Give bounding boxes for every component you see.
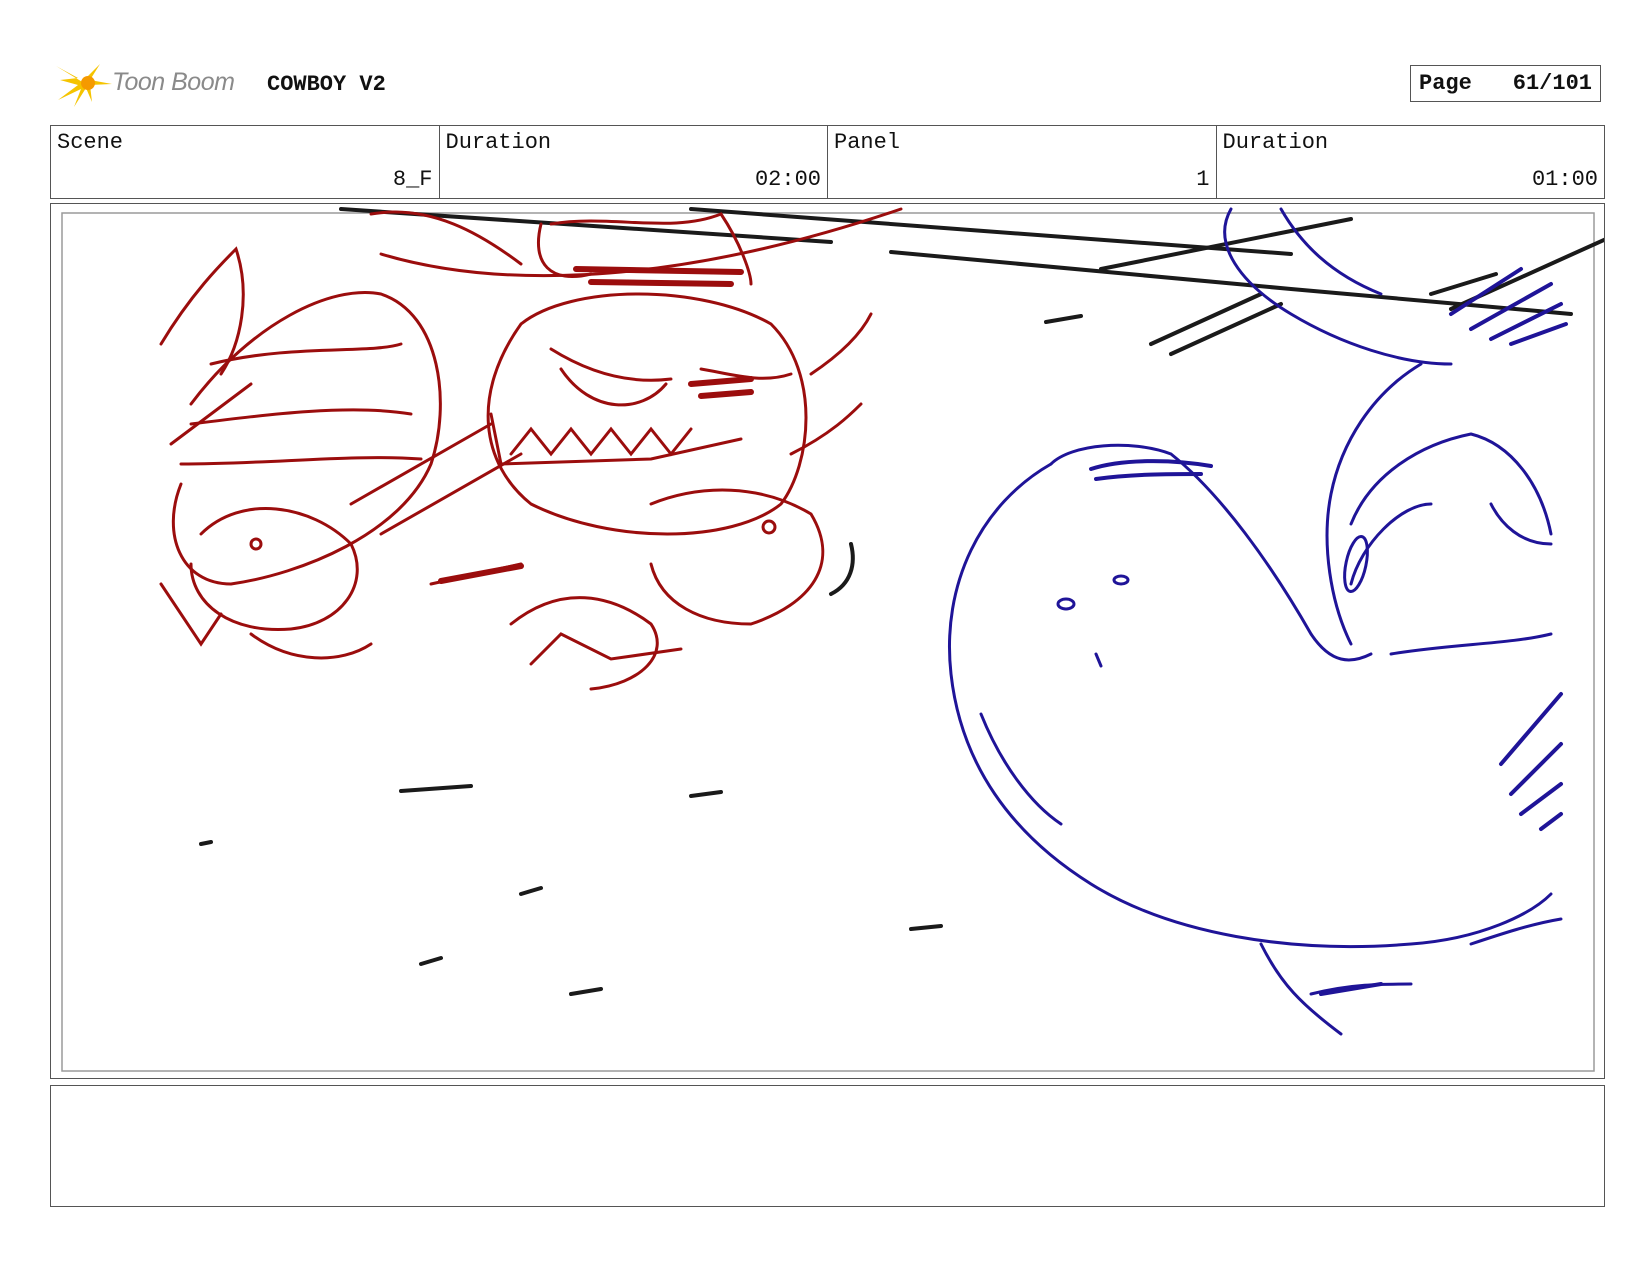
panel-duration-value: 01:00: [1531, 167, 1598, 192]
page-indicator: Page 61/101: [1410, 65, 1601, 102]
panel-duration-label: Duration: [1222, 130, 1329, 155]
scene-duration-label: Duration: [445, 130, 552, 155]
panel-cell: Panel 1: [828, 126, 1217, 198]
storyboard-panel: [50, 203, 1605, 1079]
starburst-icon: [56, 64, 112, 107]
panel-notes: [50, 1085, 1605, 1207]
scene-value: 8_F: [392, 167, 433, 192]
logo-text: Toon Boom: [112, 68, 235, 96]
scene-label: Scene: [57, 130, 124, 155]
page-number: 61/101: [1512, 71, 1592, 96]
background-sketch: [199, 207, 1604, 996]
panel-label: Panel: [834, 130, 901, 155]
shot-info-table: Scene 8_F Duration 02:00 Panel 1 Duratio…: [50, 125, 1605, 199]
villain-sketch: [159, 207, 903, 691]
toon-boom-logo: Toon Boom: [54, 58, 254, 108]
panel-value: 1: [1196, 167, 1210, 192]
project-title: COWBOY V2: [267, 72, 386, 97]
scene-cell: Scene 8_F: [51, 126, 440, 198]
scene-duration-cell: Duration 02:00: [440, 126, 828, 198]
panel-duration-cell: Duration 01:00: [1217, 126, 1605, 198]
safe-frame: [61, 212, 1595, 1072]
scene-duration-value: 02:00: [754, 167, 821, 192]
panel-sketch: [61, 207, 1604, 1072]
page-label: Page: [1419, 71, 1472, 96]
hero-sketch: [948, 207, 1563, 1036]
storyboard-header: Toon Boom COWBOY V2 Page 61/101: [50, 55, 1605, 115]
hero-hatching: [1089, 267, 1568, 996]
